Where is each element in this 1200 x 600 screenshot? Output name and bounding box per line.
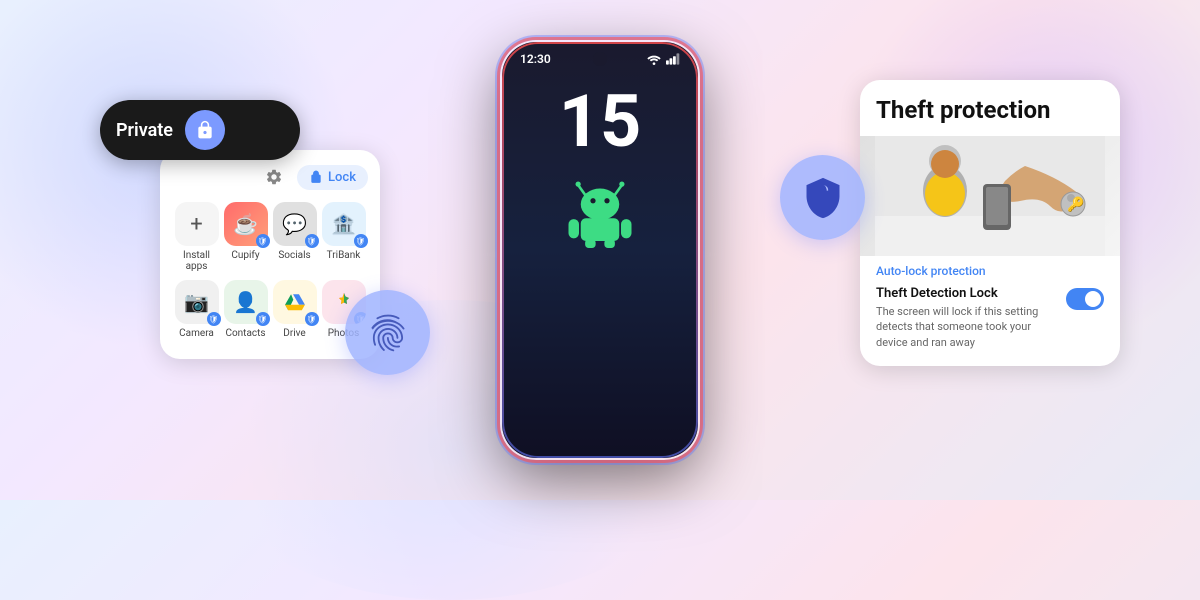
socials-badge: 🛡 [305, 234, 319, 248]
theft-detection-text: Theft Detection Lock The screen will loc… [876, 286, 1058, 350]
theft-card-image: 🔑 [860, 136, 1120, 256]
private-space-card: Private [100, 100, 300, 160]
app-row-1: + Install apps ☕ 🛡 Cupify 💬 🛡 Socials 🏦 … [172, 202, 368, 272]
drive-badge: 🛡 [305, 312, 319, 326]
drive-icon: 🛡 [273, 280, 317, 324]
app-tribank[interactable]: 🏦 🛡 TriBank [320, 202, 368, 272]
app-socials[interactable]: 💬 🛡 Socials [271, 202, 319, 272]
phone: 12:30 15 [500, 40, 700, 460]
tribank-badge: 🛡 [354, 234, 368, 248]
contacts-label: Contacts [225, 328, 265, 339]
install-apps-label: Install apps [173, 250, 221, 272]
auto-lock-label: Auto-lock protection [860, 256, 1120, 282]
phone-notch [593, 52, 607, 66]
app-row-2: 📷 🛡 Camera 👤 🛡 Contacts 🛡 Drive [172, 280, 368, 339]
lock-circle [185, 110, 225, 150]
phone-container: 12:30 15 [500, 40, 700, 460]
theft-detection-desc: The screen will lock if this setting det… [876, 304, 1058, 350]
camera-icon: 📷 🛡 [175, 280, 219, 324]
private-label: Private [100, 100, 300, 160]
signal-icon [666, 53, 680, 65]
app-camera[interactable]: 📷 🛡 Camera [173, 280, 221, 339]
cupify-icon: ☕ 🛡 [224, 202, 268, 246]
shield-key-icon [801, 176, 845, 220]
lock-btn-icon [309, 170, 323, 184]
tribank-label: TriBank [327, 250, 361, 261]
contacts-badge: 🛡 [256, 312, 270, 326]
phone-time: 12:30 [520, 52, 551, 66]
socials-icon: 💬 🛡 [273, 202, 317, 246]
cupify-badge: 🛡 [256, 234, 270, 248]
gear-button[interactable] [259, 162, 289, 192]
lock-header: Lock [172, 162, 368, 192]
camera-label: Camera [179, 328, 214, 339]
lock-btn-label: Lock [328, 170, 356, 185]
camera-badge: 🛡 [207, 312, 221, 326]
app-drive[interactable]: 🛡 Drive [271, 280, 319, 339]
cupify-label: Cupify [231, 250, 259, 261]
theft-card-title: Theft protection [860, 80, 1120, 136]
wifi-icon [646, 53, 662, 65]
lock-icon [195, 120, 215, 140]
theft-detection-row: Theft Detection Lock The screen will loc… [860, 282, 1120, 366]
drive-svg [284, 291, 306, 313]
fingerprint-icon [366, 311, 410, 355]
phone-number: 15 [502, 86, 698, 158]
private-text: Private [116, 120, 173, 141]
phone-status-icons [646, 53, 680, 65]
app-cupify[interactable]: ☕ 🛡 Cupify [222, 202, 270, 272]
fingerprint-bubble [345, 290, 430, 375]
theft-protection-card: Theft protection 🔑 Auto-lock prote [860, 80, 1120, 366]
install-apps-icon: + [175, 202, 219, 246]
app-contacts[interactable]: 👤 🛡 Contacts [222, 280, 270, 339]
theft-detection-title: Theft Detection Lock [876, 286, 1058, 301]
socials-label: Socials [278, 250, 310, 261]
svg-text:🔑: 🔑 [1067, 195, 1085, 213]
drive-label: Drive [283, 328, 305, 339]
shield-bubble [780, 155, 865, 240]
app-install-apps[interactable]: + Install apps [173, 202, 221, 272]
android-robot-svg [555, 178, 645, 248]
lock-button[interactable]: Lock [297, 165, 368, 190]
theft-illustration-svg: 🔑 [875, 136, 1105, 256]
contacts-icon: 👤 🛡 [224, 280, 268, 324]
tribank-icon: 🏦 🛡 [322, 202, 366, 246]
gear-icon [265, 168, 283, 186]
android-robot [502, 178, 698, 248]
theft-detection-toggle[interactable] [1066, 288, 1104, 310]
